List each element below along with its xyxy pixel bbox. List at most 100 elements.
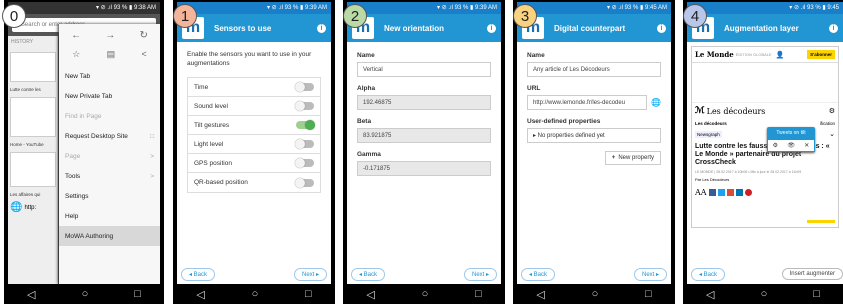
sensor-toggle[interactable] — [295, 101, 314, 111]
nav-recents-icon[interactable]: □ — [134, 288, 141, 300]
nav-home-icon[interactable]: ○ — [761, 288, 768, 300]
settings-icon[interactable]: ⚙ — [829, 107, 835, 115]
facebook-icon[interactable] — [708, 188, 716, 196]
googleplus-icon[interactable] — [726, 188, 734, 196]
subscribe-button[interactable]: S'abonner — [807, 50, 835, 59]
share-icon[interactable]: < — [142, 49, 147, 60]
bookmark-star-icon[interactable]: ☆ — [72, 49, 80, 60]
orientation-field: 192.46875 — [357, 95, 491, 110]
menu-item-label: New Private Tab — [65, 92, 113, 100]
nav-recents-icon[interactable]: □ — [813, 288, 820, 300]
menu-item[interactable]: Find in Page — [59, 106, 160, 126]
sensor-toggle[interactable] — [295, 177, 314, 188]
field-label: Name — [357, 52, 375, 59]
menu-item[interactable]: Request Desktop Site □ — [59, 126, 160, 146]
reader-view-icon[interactable]: ▤ — [107, 49, 116, 60]
sensor-toggle[interactable] — [295, 139, 314, 149]
close-icon[interactable]: ✕ — [804, 142, 809, 149]
url-label: URL — [527, 85, 541, 92]
nav-home-icon[interactable]: ○ — [422, 288, 429, 300]
nav-back-icon[interactable]: ◁ — [366, 288, 374, 301]
nav-back-icon[interactable]: ◁ — [706, 288, 714, 301]
history-item[interactable]: Lutte contre les — [8, 86, 58, 93]
sensor-label: Time — [194, 83, 209, 91]
next-button[interactable]: Next ▸ — [293, 267, 327, 281]
sensor-row: Tilt gestures — [188, 116, 320, 135]
back-button[interactable]: ◂ Back — [181, 267, 216, 281]
back-button[interactable]: ◂ Back — [521, 267, 556, 281]
menu-item[interactable]: Tools > — [59, 166, 160, 186]
font-size-control[interactable]: AA — [695, 188, 707, 197]
globe-icon[interactable]: 🌐 — [651, 98, 661, 107]
tooltip-label: Tweets on tilt — [776, 130, 806, 136]
new-property-button[interactable]: + New property — [604, 151, 661, 165]
tag-newsgraph[interactable]: Newsgraph — [695, 130, 722, 138]
plus-icon: + — [611, 155, 616, 161]
nav-back-icon[interactable]: ◁ — [27, 288, 35, 301]
history-item[interactable]: Home - YouTube — [8, 141, 58, 148]
name-field[interactable]: Any article of Les Décodeurs — [527, 62, 661, 77]
nav-recents-icon[interactable]: □ — [475, 288, 482, 300]
twitter-icon[interactable] — [717, 188, 725, 196]
info-icon[interactable]: i — [487, 23, 496, 33]
info-icon[interactable]: i — [829, 23, 838, 33]
url-field[interactable]: http://www.lemonde.fr/les-decodeu — [527, 95, 648, 110]
back-button[interactable]: ◂ Back — [351, 267, 386, 281]
sensor-row: Light level — [188, 135, 320, 154]
menu-item[interactable]: New Tab — [59, 66, 160, 86]
next-button[interactable]: Next ▸ — [633, 267, 667, 281]
menu-item-label: New Tab — [65, 72, 91, 80]
nav-recents-icon[interactable]: □ — [305, 288, 312, 300]
status-bar: ▾ ⊘ .ıl 93 % ▮ 9:45 AM — [517, 2, 671, 14]
sensor-label: QR-based position — [194, 179, 248, 186]
info-icon[interactable]: i — [657, 23, 666, 33]
menu-item[interactable]: Settings — [59, 186, 160, 206]
nav-recents-icon[interactable]: □ — [645, 288, 652, 300]
orientation-field[interactable]: Vertical — [357, 62, 491, 77]
new-property-label: New property — [618, 155, 654, 161]
back-button[interactable]: ◂ Back — [691, 267, 726, 281]
phone-0: ▾ ⊘ .ıl 93 % ▮ 9:38 AM ⌕ Search or enter… — [4, 0, 164, 304]
next-button[interactable]: Next ▸ — [463, 267, 497, 281]
augmentation-tooltip[interactable]: Tweets on tilt ⚙ 👁 ✕ — [767, 127, 815, 152]
sensor-toggle[interactable] — [296, 120, 315, 130]
menu-item[interactable]: Help — [59, 206, 160, 226]
menu-item[interactable]: Page > — [59, 146, 160, 166]
nav-back-icon[interactable]: ◁ — [536, 288, 544, 301]
props-box[interactable]: ▸ No properties defined yet — [527, 128, 661, 143]
history-panel: HISTORY Lutte contre les Home - YouTube … — [8, 36, 58, 284]
user-icon[interactable]: 👤 — [776, 51, 785, 59]
step-badge-1: 1 — [173, 4, 197, 28]
info-icon[interactable]: i — [317, 23, 326, 33]
field-label: Gamma — [357, 151, 381, 158]
step-badge-0: 0 — [2, 4, 26, 28]
sensor-toggle[interactable] — [295, 82, 314, 92]
forward-arrow-icon[interactable]: → — [105, 30, 115, 41]
back-arrow-icon[interactable]: ← — [71, 30, 81, 41]
nav-home-icon[interactable]: ○ — [592, 288, 599, 300]
phone-3: ▾ ⊘ .ıl 93 % ▮ 9:45 AM m Digital counter… — [513, 0, 675, 304]
menu-item[interactable]: New Private Tab — [59, 86, 160, 106]
sensor-toggle[interactable] — [295, 158, 314, 168]
article-headline[interactable]: Lutte contre les fausses informations : … — [692, 140, 838, 170]
pinterest-icon[interactable] — [744, 188, 752, 196]
decodeurs-logo-icon: ℳ — [695, 106, 705, 116]
linkedin-icon[interactable] — [735, 188, 743, 196]
nav-home-icon[interactable]: ○ — [252, 288, 259, 300]
intro-text: Enable the sensors you want to use in yo… — [187, 51, 312, 67]
nav-back-icon[interactable]: ◁ — [196, 288, 204, 301]
menu-item[interactable]: MoWA Authoring — [59, 226, 160, 246]
sensor-row: Time — [188, 78, 320, 97]
status-bar: ▾ ⊘ .ıl 93 % ▮ 9:38 AM — [8, 2, 160, 14]
globe-icon: 🌐 — [10, 202, 23, 213]
insert-augmenter-button[interactable]: Insert augmenter — [781, 268, 843, 280]
history-item[interactable]: Les affaires qui — [8, 191, 58, 198]
gear-icon[interactable]: ⚙ — [773, 142, 778, 149]
menu-item-label: Settings — [65, 192, 89, 200]
tag-decodeurs[interactable]: Les décodeurs — [695, 121, 727, 126]
reload-icon[interactable]: ↻ — [140, 30, 148, 41]
nav-home-icon[interactable]: ○ — [82, 288, 89, 300]
history-item[interactable]: http: — [24, 205, 36, 211]
chevron-down-icon[interactable]: ⌄ — [829, 130, 835, 138]
eye-icon[interactable]: 👁 — [787, 142, 795, 149]
